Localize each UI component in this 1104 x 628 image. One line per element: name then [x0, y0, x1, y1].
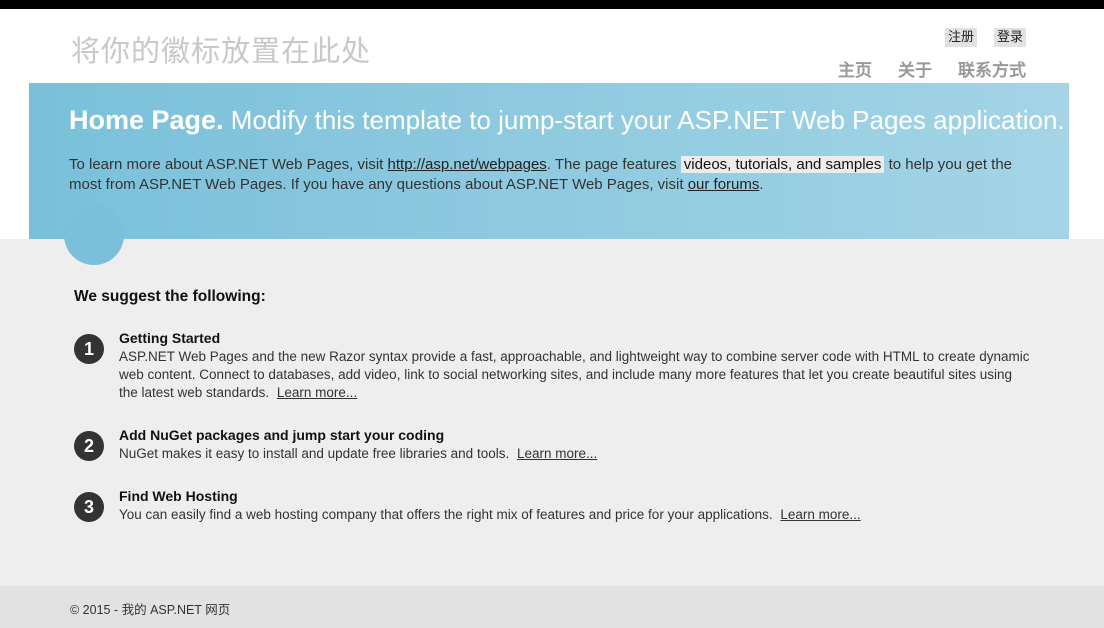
step-description: NuGet makes it easy to install and updat… [119, 445, 1034, 463]
step-text: You can easily find a web hosting compan… [119, 507, 773, 522]
step-text: NuGet makes it easy to install and updat… [119, 446, 510, 461]
learn-more-link[interactable]: Learn more... [277, 385, 357, 400]
featured-heading: Home Page. Modify this template to jump-… [69, 105, 1065, 136]
auth-links: 注册 登录 [944, 28, 1026, 47]
featured-text-1: To learn more about ASP.NET Web Pages, v… [69, 156, 384, 173]
featured-heading-rest: Modify this template to jump-start your … [230, 105, 1065, 135]
learn-more-link[interactable]: Learn more... [780, 507, 860, 522]
step-title: Getting Started [119, 330, 221, 346]
top-bar [0, 0, 1104, 9]
featured-banner: Home Page. Modify this template to jump-… [29, 83, 1069, 239]
featured-description: To learn more about ASP.NET Web Pages, v… [69, 155, 1029, 195]
step-title: Add NuGet packages and jump start your c… [119, 427, 445, 443]
site-logo-title: 将你的徽标放置在此处 [71, 34, 372, 68]
login-link[interactable]: 登录 [993, 28, 1026, 47]
featured-mark: videos, tutorials, and samples [680, 156, 885, 173]
learn-more-link[interactable]: Learn more... [517, 446, 597, 461]
step-number-badge: 1 [74, 334, 104, 364]
forums-link[interactable]: our forums [688, 176, 760, 193]
step-description: ASP.NET Web Pages and the new Razor synt… [119, 348, 1034, 402]
register-link[interactable]: 注册 [944, 28, 977, 47]
site-footer: © 2015 - 我的 ASP.NET 网页 [0, 586, 1104, 628]
step-number-badge: 3 [74, 492, 104, 522]
main-nav: 主页 关于 联系方式 [838, 56, 1026, 81]
copyright-text: © 2015 - 我的 ASP.NET 网页 [70, 603, 231, 617]
step-text: ASP.NET Web Pages and the new Razor synt… [119, 349, 1030, 400]
webpages-link[interactable]: http://asp.net/webpages [388, 156, 547, 173]
featured-text-2: . The page features [546, 156, 677, 173]
suggest-heading: We suggest the following: [74, 288, 266, 305]
featured-decoration-circle [64, 205, 124, 265]
nav-about[interactable]: 关于 [898, 56, 932, 81]
step-title: Find Web Hosting [119, 488, 238, 504]
main-content: We suggest the following: 1 Getting Star… [0, 239, 1104, 586]
nav-contact[interactable]: 联系方式 [958, 56, 1026, 81]
nav-home[interactable]: 主页 [838, 56, 872, 81]
featured-text-4: . [759, 176, 764, 193]
step-number-badge: 2 [74, 431, 104, 461]
featured-heading-bold: Home Page. [69, 105, 224, 135]
step-description: You can easily find a web hosting compan… [119, 506, 1034, 524]
